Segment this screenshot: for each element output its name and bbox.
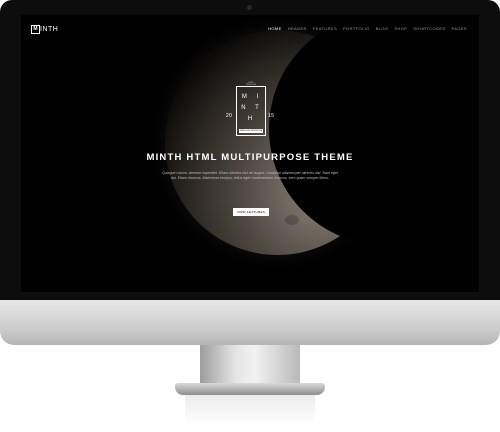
monitor-chin [0, 300, 500, 345]
hero-title: MINTH HTML MULTIPURPOSE THEME [146, 152, 354, 163]
year-left: 20 [226, 113, 233, 119]
camera-icon [247, 5, 252, 10]
monitor-bezel: M INTH HOME HEADER FEATURES PORTFOLIO BL… [0, 0, 500, 300]
hero-subtitle: Quisque rutrum. Aenean imperdiet. Etiam … [162, 171, 338, 180]
moon-shadow [269, 15, 479, 245]
nav-item-home[interactable]: HOME [268, 26, 282, 32]
nav-item-shortcodes[interactable]: SHORTCODES [413, 26, 445, 32]
nav-item-shop[interactable]: SHOP [394, 26, 407, 32]
nav-item-blog[interactable]: BLOG [376, 26, 389, 32]
moon-image [165, 15, 479, 255]
hero-badge: M I N T H MINTH MULTIPURPOSE [236, 86, 266, 136]
stand-reflection [185, 395, 315, 425]
badge-bottom: MINTH MULTIPURPOSE [239, 129, 263, 133]
monitor-stand-foot [175, 383, 325, 395]
badge-letters: M I N T H [241, 94, 263, 122]
monitor-stand-neck [200, 345, 300, 385]
main-nav: HOME HEADER FEATURES PORTFOLIO BLOG SHOP… [268, 26, 467, 32]
page: M INTH HOME HEADER FEATURES PORTFOLIO BL… [0, 0, 500, 432]
view-features-button[interactable]: VIEW FEATURES [233, 208, 269, 216]
nav-item-features[interactable]: FEATURES [313, 26, 337, 32]
year-right: 15 [268, 113, 275, 119]
monitor-screen: M INTH HOME HEADER FEATURES PORTFOLIO BL… [21, 15, 479, 292]
nav-item-portfolio[interactable]: PORTFOLIO [343, 26, 370, 32]
nav-item-pages[interactable]: PAGES [452, 26, 468, 32]
logo-mark[interactable]: M [31, 25, 40, 34]
logo-text[interactable]: INTH [40, 25, 58, 34]
crater [285, 215, 299, 225]
nav-item-header[interactable]: HEADER [288, 26, 307, 32]
badge-bottom-label: MINTH MULTIPURPOSE [239, 130, 263, 132]
